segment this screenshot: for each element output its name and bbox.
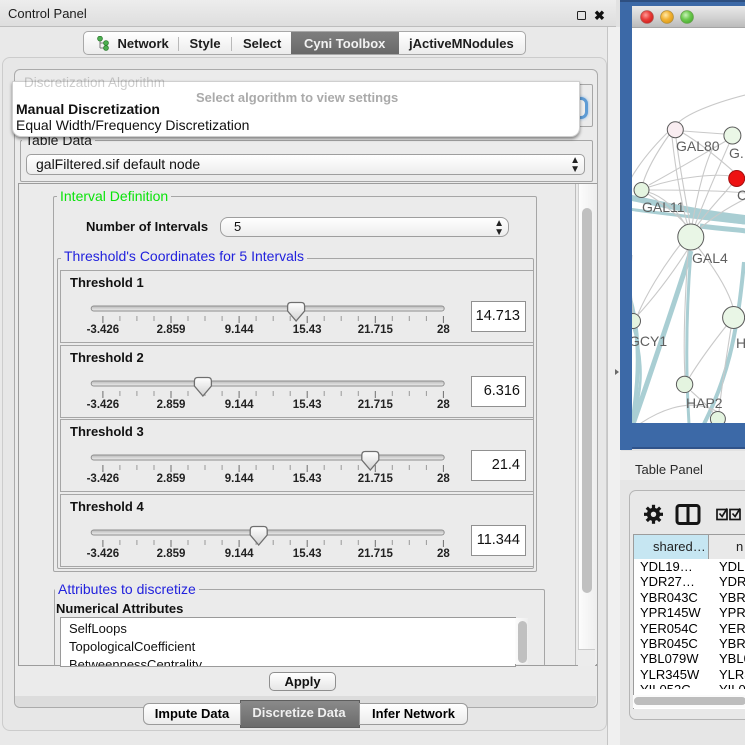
svg-text:C: C [737, 187, 745, 203]
svg-text:-3.426: -3.426 [87, 399, 120, 411]
svg-text:21.715: 21.715 [358, 473, 394, 485]
svg-text:9.144: 9.144 [225, 548, 254, 560]
svg-text:21.715: 21.715 [358, 548, 394, 560]
svg-text:2.859: 2.859 [157, 548, 186, 560]
svg-text:9.144: 9.144 [225, 324, 254, 336]
svg-text:H: H [736, 335, 745, 351]
svg-text:GCY1: GCY1 [629, 333, 667, 349]
svg-text:-3.426: -3.426 [87, 473, 120, 485]
svg-text:GAL80: GAL80 [676, 138, 720, 154]
svg-text:21.715: 21.715 [358, 324, 394, 336]
svg-text:9.144: 9.144 [225, 473, 254, 485]
svg-text:21.715: 21.715 [358, 399, 394, 411]
svg-text:GAL11: GAL11 [642, 199, 685, 215]
svg-text:15.43: 15.43 [293, 324, 322, 336]
svg-text:-3.426: -3.426 [87, 548, 120, 560]
svg-text:GAL4: GAL4 [692, 250, 728, 266]
svg-text:28: 28 [437, 399, 450, 411]
svg-text:15.43: 15.43 [293, 473, 322, 485]
svg-text:28: 28 [437, 548, 450, 560]
svg-text:2.859: 2.859 [157, 324, 186, 336]
svg-text:2.859: 2.859 [157, 399, 186, 411]
svg-text:28: 28 [437, 324, 450, 336]
svg-text:15.43: 15.43 [293, 548, 322, 560]
svg-text:G.: G. [729, 145, 744, 161]
svg-text:2.859: 2.859 [157, 473, 186, 485]
svg-text:HAP2: HAP2 [686, 395, 723, 411]
svg-text:15.43: 15.43 [293, 399, 322, 411]
svg-text:-3.426: -3.426 [87, 324, 120, 336]
svg-text:28: 28 [437, 473, 450, 485]
svg-text:9.144: 9.144 [225, 399, 254, 411]
